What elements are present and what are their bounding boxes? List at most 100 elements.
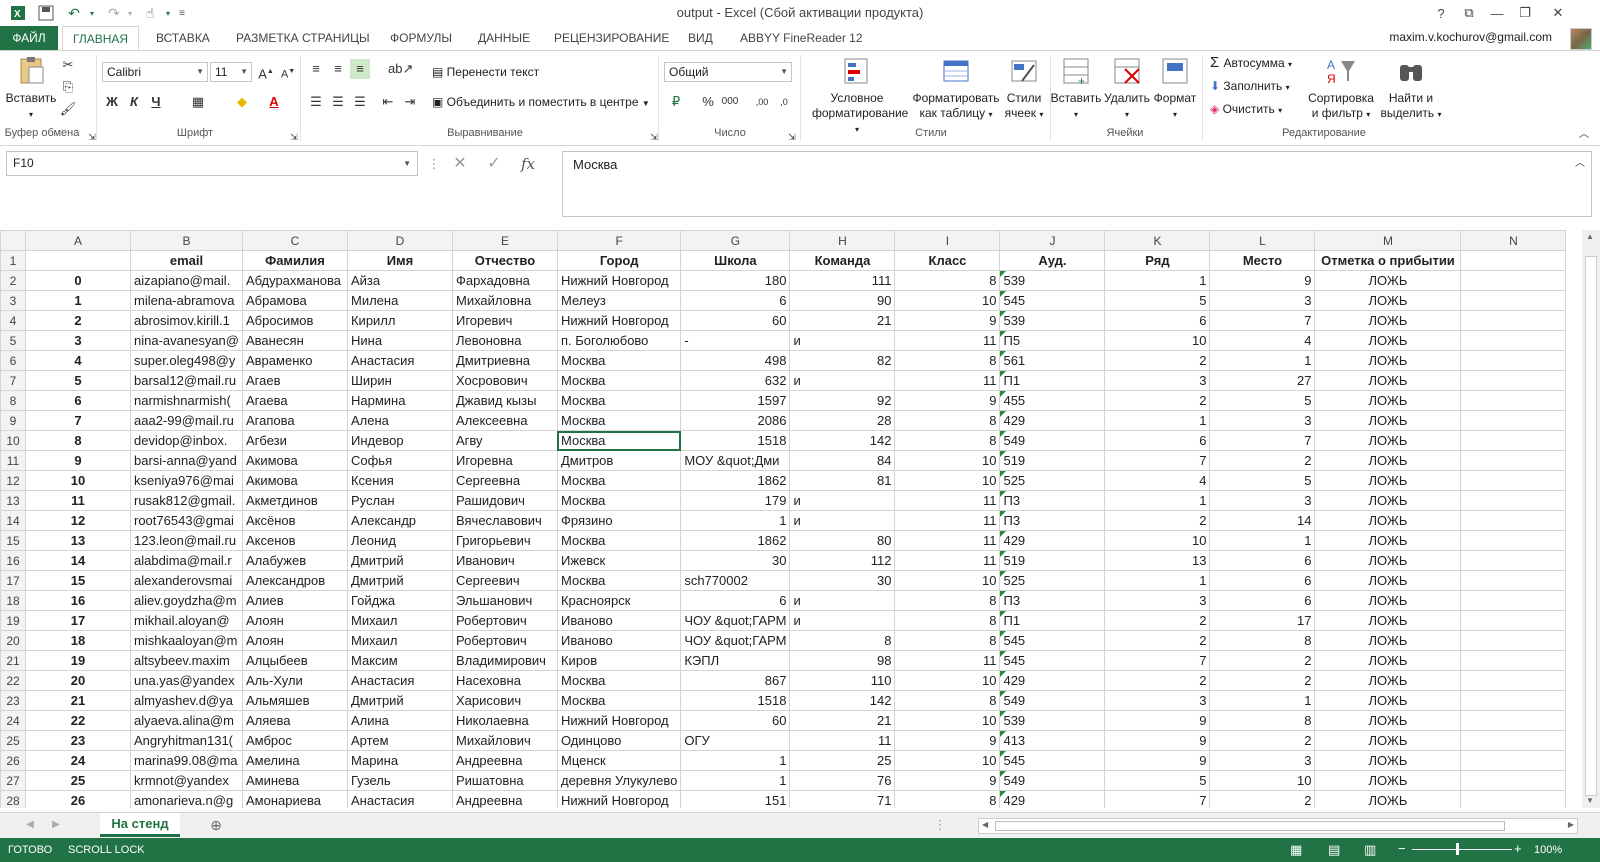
row-header[interactable]: 23	[0, 690, 26, 711]
cell-N28[interactable]	[1460, 790, 1567, 808]
help-icon[interactable]: ?	[1428, 2, 1454, 24]
cell-J7[interactable]: П1	[999, 370, 1106, 391]
cell-A11[interactable]: 9	[25, 450, 131, 471]
name-box[interactable]: F10 ▼	[6, 151, 418, 176]
cell-H26[interactable]: 25	[789, 750, 896, 771]
cell-D2[interactable]: Айза	[346, 270, 453, 291]
cell-I28[interactable]: 8	[894, 790, 1001, 808]
row-header[interactable]: 3	[0, 290, 26, 311]
cell-A14[interactable]: 12	[25, 510, 131, 531]
orientation-icon[interactable]: ab↗	[388, 59, 413, 79]
formula-input[interactable]: Москва	[562, 151, 1592, 217]
cell-B13[interactable]: rusak812@gmail.	[130, 490, 243, 511]
cell-J12[interactable]: 525	[999, 470, 1106, 491]
cell-N4[interactable]	[1460, 310, 1567, 331]
cell-C21[interactable]: Алцыбеев	[241, 650, 348, 671]
cell-E19[interactable]: Робертович	[451, 610, 558, 631]
cell-M12[interactable]: ЛОЖЬ	[1314, 470, 1462, 491]
cell-C11[interactable]: Акимова	[241, 450, 348, 471]
decrease-decimal-icon[interactable]: ,0	[774, 92, 794, 112]
cell-H11[interactable]: 84	[789, 450, 896, 471]
cell-M5[interactable]: ЛОЖЬ	[1314, 330, 1462, 351]
cell-F24[interactable]: Нижний Новгород	[556, 710, 682, 731]
column-header-I[interactable]: I	[894, 230, 1001, 251]
cell-M14[interactable]: ЛОЖЬ	[1314, 510, 1462, 531]
cell-F8[interactable]: Москва	[556, 390, 682, 411]
cell-F4[interactable]: Нижний Новгород	[556, 310, 682, 331]
cell-L28[interactable]: 2	[1209, 790, 1316, 808]
cell-J20[interactable]: 545	[999, 630, 1106, 651]
cell-H12[interactable]: 81	[789, 470, 896, 491]
cell-N26[interactable]	[1460, 750, 1567, 771]
underline-button[interactable]: Ч	[146, 92, 166, 112]
cell-C7[interactable]: Агаев	[241, 370, 348, 391]
row-header[interactable]: 7	[0, 370, 26, 391]
cell-L6[interactable]: 1	[1209, 350, 1316, 371]
cell-B12[interactable]: kseniya976@mai	[130, 470, 243, 491]
cell-L22[interactable]: 2	[1209, 670, 1316, 691]
cell-M17[interactable]: ЛОЖЬ	[1314, 570, 1462, 591]
cell-F2[interactable]: Нижний Новгород	[556, 270, 682, 291]
cell-L2[interactable]: 9	[1209, 270, 1316, 291]
cell-C4[interactable]: Абросимов	[241, 310, 348, 331]
cell-N13[interactable]	[1460, 490, 1567, 511]
align-middle-icon[interactable]: ≡	[328, 59, 348, 79]
cell-H18[interactable]: и	[789, 590, 896, 611]
cell-E8[interactable]: Джавид кызы	[451, 390, 558, 411]
cell-J25[interactable]: 413	[999, 730, 1106, 751]
cell-E28[interactable]: Андреевна	[451, 790, 558, 808]
cell-K15[interactable]: 10	[1104, 530, 1211, 551]
formula-bar-options-icon[interactable]: ⋮	[424, 154, 444, 174]
cell-F3[interactable]: Мелеуз	[556, 290, 682, 311]
cell-D25[interactable]: Артем	[346, 730, 453, 751]
cell-B22[interactable]: una.yas@yandex	[130, 670, 243, 691]
cell-G12[interactable]: 1862	[680, 470, 791, 491]
cell-N25[interactable]	[1460, 730, 1567, 751]
cell-L11[interactable]: 2	[1209, 450, 1316, 471]
new-sheet-icon[interactable]: ⊕	[206, 815, 226, 835]
cell-N14[interactable]	[1460, 510, 1567, 531]
cell-G16[interactable]: 30	[680, 550, 791, 571]
cell-D6[interactable]: Анастасия	[346, 350, 453, 371]
fill-color-icon[interactable]: ◆	[232, 92, 252, 112]
cell-N5[interactable]	[1460, 330, 1567, 351]
cell-G21[interactable]: КЭПЛ	[680, 650, 791, 671]
cell-I18[interactable]: 8	[894, 590, 1001, 611]
cell-D22[interactable]: Анастасия	[346, 670, 453, 691]
cell-I4[interactable]: 9	[894, 310, 1001, 331]
increase-indent-icon[interactable]: ⇥	[400, 92, 420, 112]
cell-B5[interactable]: nina-avanesyan@	[130, 330, 243, 351]
cell-L17[interactable]: 6	[1209, 570, 1316, 591]
cell-F28[interactable]: Нижний Новгород	[556, 790, 682, 808]
align-left-icon[interactable]: ☰	[306, 92, 326, 112]
next-sheet-icon[interactable]: ▶	[46, 815, 66, 835]
cell-C2[interactable]: Абдурахманова	[241, 270, 348, 291]
cell-D14[interactable]: Александр	[346, 510, 453, 531]
cell-J27[interactable]: 549	[999, 770, 1106, 791]
cell-I2[interactable]: 8	[894, 270, 1001, 291]
cell-B4[interactable]: abrosimov.kirill.1	[130, 310, 243, 331]
cell-I6[interactable]: 8	[894, 350, 1001, 371]
column-header-H[interactable]: H	[789, 230, 896, 251]
tab-formulas[interactable]: ФОРМУЛЫ	[380, 26, 462, 50]
column-header-B[interactable]: B	[130, 230, 243, 251]
cell-N6[interactable]	[1460, 350, 1567, 371]
wrap-text-button[interactable]: ▤ Перенести текст	[432, 62, 539, 82]
cell-E18[interactable]: Эльшанович	[451, 590, 558, 611]
cell-A10[interactable]: 8	[25, 430, 131, 451]
cell-L9[interactable]: 3	[1209, 410, 1316, 431]
cell-L19[interactable]: 17	[1209, 610, 1316, 631]
cell-E10[interactable]: Агву	[451, 430, 558, 451]
cell-H3[interactable]: 90	[789, 290, 896, 311]
cell-J15[interactable]: 429	[999, 530, 1106, 551]
row-header[interactable]: 9	[0, 410, 26, 431]
cell-C8[interactable]: Агаева	[241, 390, 348, 411]
cell-D3[interactable]: Милена	[346, 290, 453, 311]
minimize-icon[interactable]: —	[1484, 2, 1510, 24]
number-launcher-icon[interactable]: ⇲	[782, 127, 802, 147]
column-header-F[interactable]: F	[556, 230, 682, 251]
cell-B8[interactable]: narmishnarmish(	[130, 390, 243, 411]
cell-B7[interactable]: barsal12@mail.ru	[130, 370, 243, 391]
column-header-M[interactable]: M	[1314, 230, 1462, 251]
row-header[interactable]: 8	[0, 390, 26, 411]
